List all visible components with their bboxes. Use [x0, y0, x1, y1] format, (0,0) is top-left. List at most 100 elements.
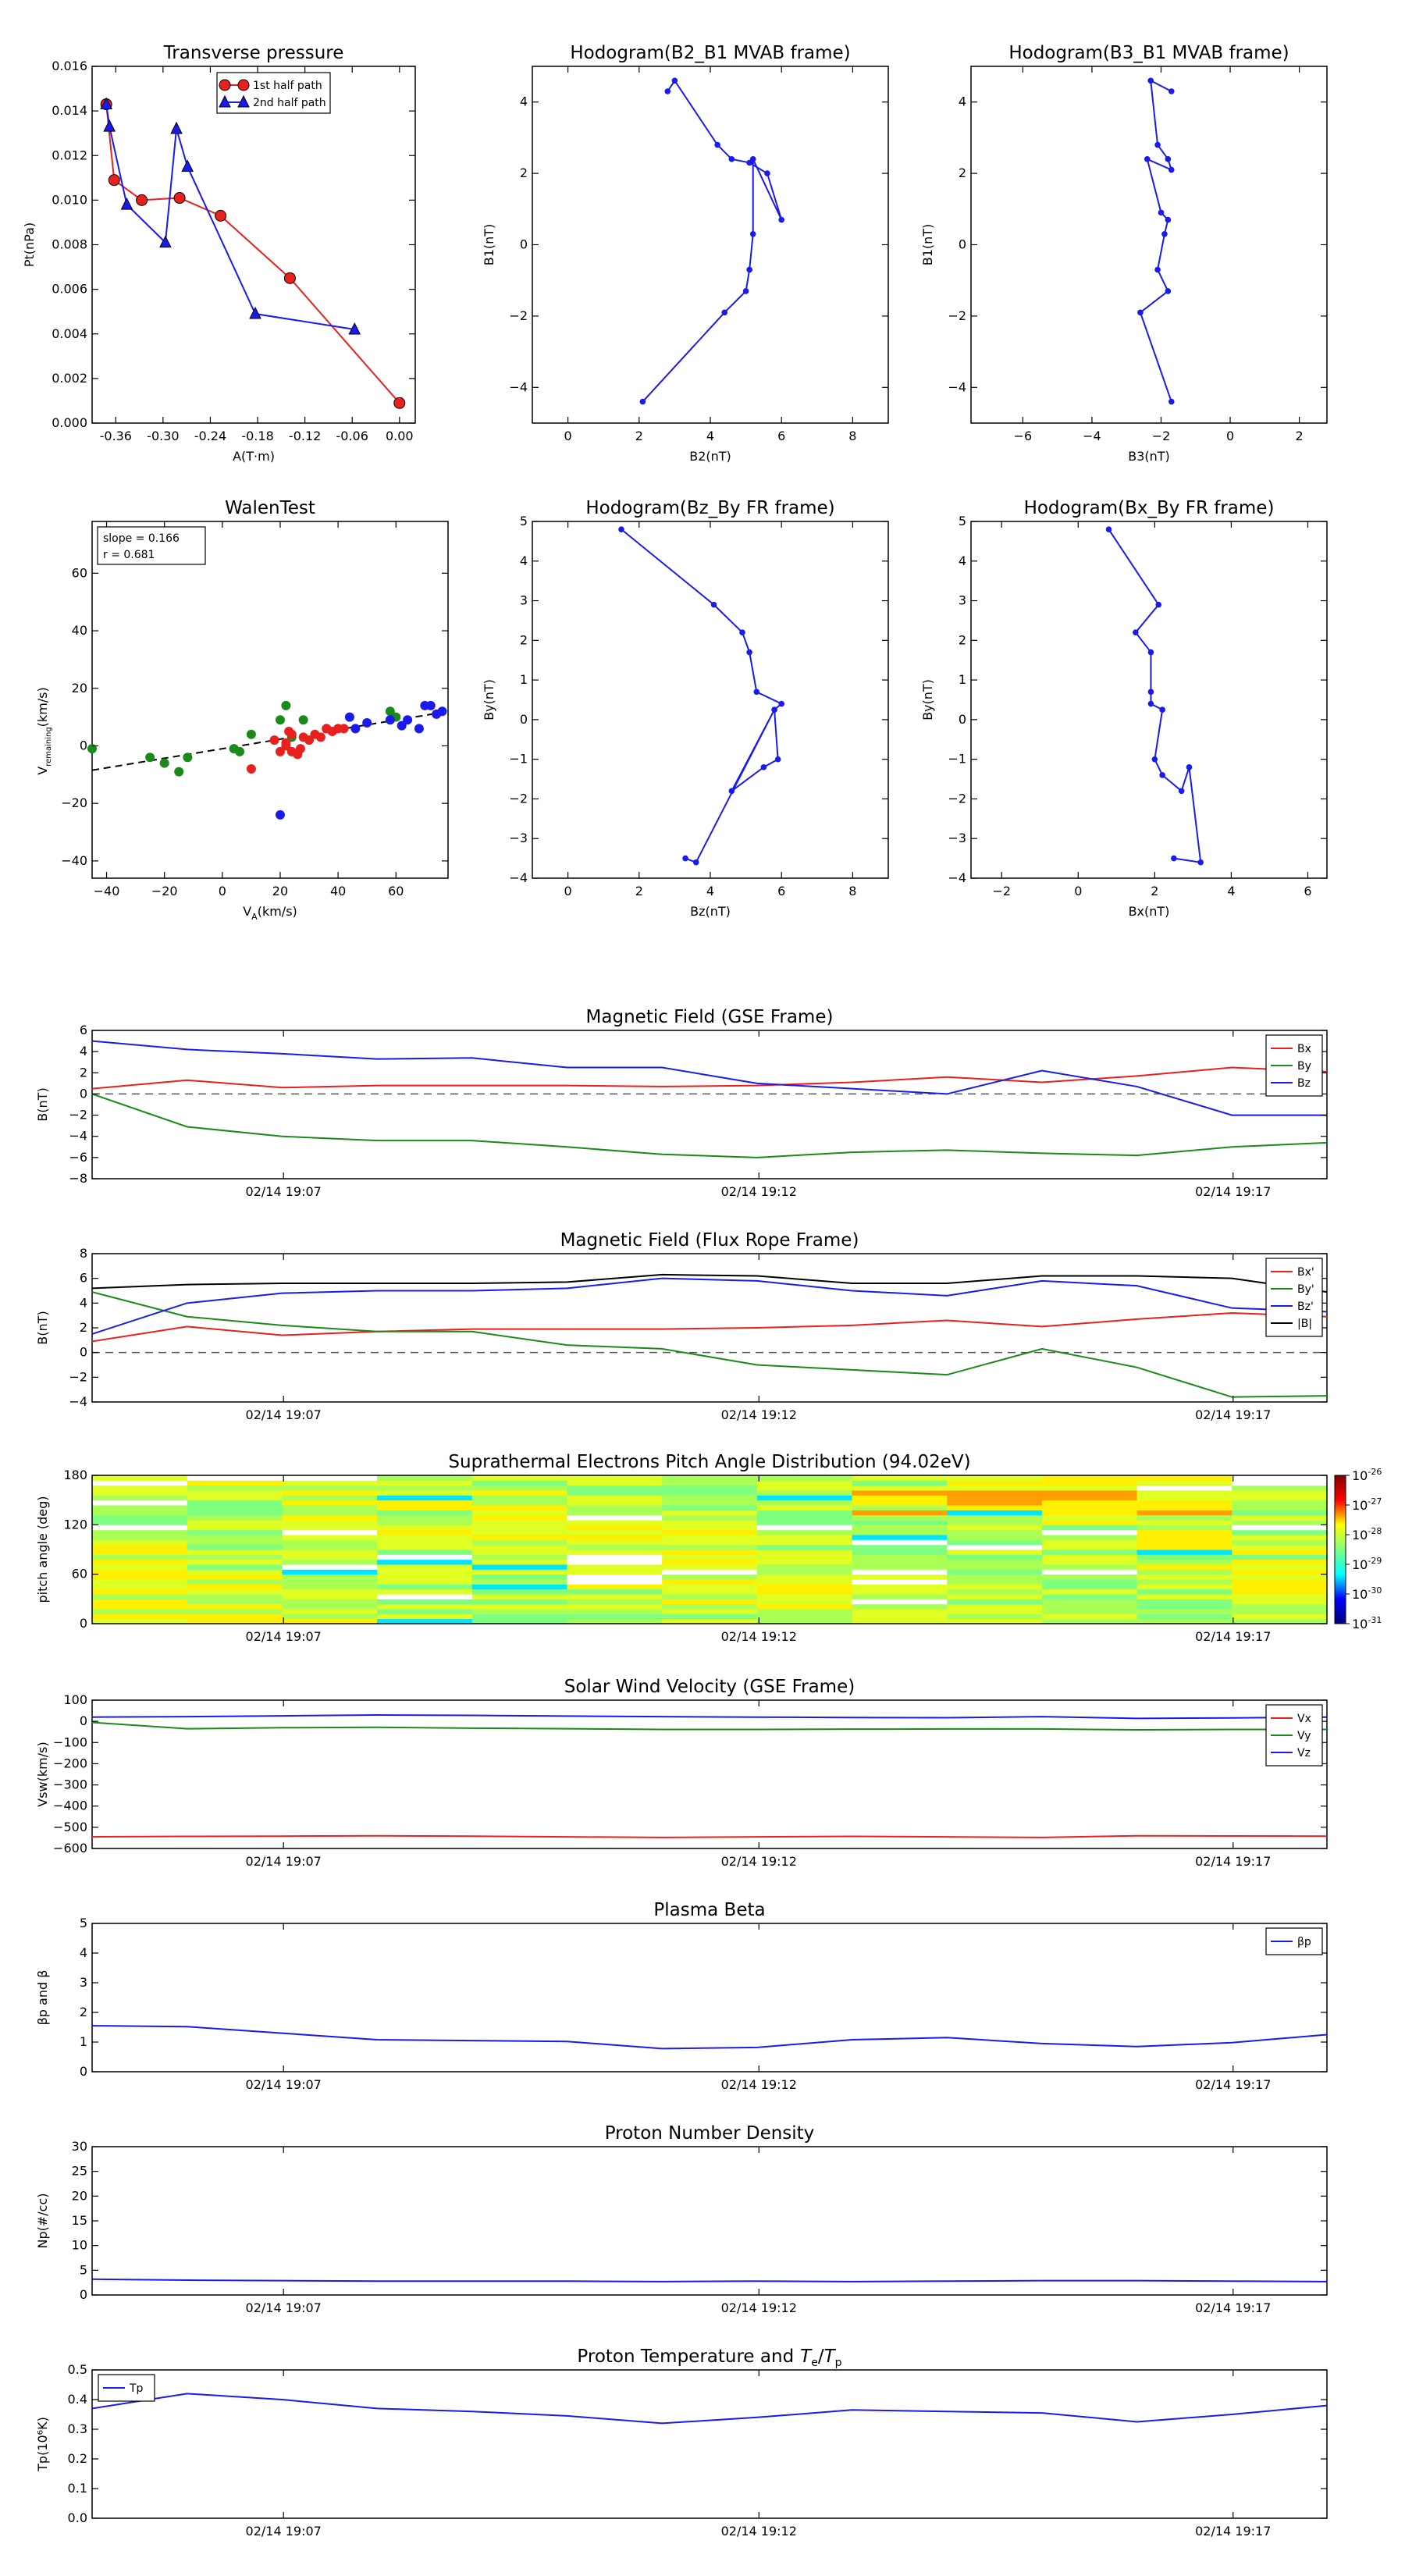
- heatmap-cell: [662, 1539, 758, 1546]
- heatmap-cell: [377, 1520, 473, 1525]
- heatmap-cell: [282, 1485, 378, 1491]
- heatmap-cell: [756, 1535, 853, 1540]
- colorbar-label-exp: -29: [1368, 1556, 1382, 1566]
- heatmap-cell: [187, 1569, 283, 1575]
- x-tick-label: -0.12: [289, 429, 321, 443]
- heatmap-cell: [282, 1603, 378, 1610]
- data-point: [639, 398, 646, 405]
- heatmap-cell: [567, 1510, 663, 1516]
- y-tick-label: −4: [509, 870, 528, 885]
- colorbar-label-exp: -28: [1368, 1526, 1382, 1536]
- heatmap-cell: [92, 1495, 188, 1501]
- colorbar-label-exp: -26: [1368, 1467, 1382, 1477]
- heatmap-cell: [471, 1490, 567, 1496]
- heatmap-cell: [187, 1559, 283, 1565]
- x-tick-label: 0: [564, 429, 572, 443]
- y-tick-label: −6: [69, 1150, 87, 1165]
- heatmap-cell: [92, 1485, 188, 1491]
- data-point: [286, 729, 297, 739]
- y-tick-label: 3: [520, 593, 528, 608]
- heatmap-cell: [471, 1594, 567, 1599]
- y-tick-label: −3: [509, 831, 528, 845]
- y-tick-label: 1: [520, 672, 528, 687]
- data-point: [281, 700, 291, 710]
- heatmap-cell: [1136, 1579, 1232, 1585]
- series-line: [1139, 79, 1173, 402]
- x-tick-label: 02/14 19:17: [1195, 1854, 1271, 1869]
- heatmap-cell: [377, 1569, 473, 1575]
- heatmap-cell: [852, 1495, 948, 1501]
- heatmap-cell: [92, 1505, 188, 1510]
- chart-title: Transverse pressure: [163, 43, 344, 63]
- heatmap-cell: [282, 1559, 378, 1565]
- y-tick-label: −8: [69, 1171, 87, 1186]
- heatmap-cell: [471, 1569, 567, 1575]
- series-line: [91, 1713, 1328, 1720]
- heatmap-cell: [947, 1500, 1043, 1506]
- series-line: [91, 2025, 1328, 2050]
- heatmap-cell: [1041, 1535, 1138, 1540]
- series-line: [91, 1093, 1328, 1158]
- heatmap-cell: [662, 1529, 758, 1535]
- heatmap-cell: [852, 1510, 948, 1516]
- chart-title: Proton Temperature and Te/Tp: [577, 2347, 841, 2369]
- heatmap-cell: [947, 1520, 1043, 1525]
- heatmap-cell: [92, 1544, 188, 1550]
- x-tick-label: 02/14 19:12: [721, 1854, 797, 1869]
- heatmap-cell: [471, 1584, 567, 1590]
- heatmap-cell: [1232, 1589, 1328, 1595]
- heatmap-cell: [1232, 1569, 1328, 1575]
- heatmap-cell: [852, 1525, 948, 1531]
- y-tick-label: 0.008: [52, 237, 87, 252]
- heatmap-cell: [282, 1500, 378, 1506]
- y-tick-label: 4: [959, 553, 966, 568]
- heatmap-cell: [567, 1594, 663, 1599]
- heatmap-cell: [662, 1485, 758, 1491]
- data-point: [1178, 788, 1185, 795]
- heatmap-cell: [662, 1554, 758, 1560]
- heatmap-cell: [187, 1490, 283, 1496]
- heatmap-cell: [852, 1529, 948, 1535]
- heatmap-cell: [282, 1589, 378, 1595]
- heatmap-cell: [282, 1544, 378, 1550]
- heatmap-cell: [471, 1525, 567, 1531]
- heatmap-cell: [282, 1564, 378, 1570]
- legend-label: Vx: [1297, 1713, 1311, 1725]
- chart-title-sub: p: [835, 2357, 842, 2369]
- x-tick-label: 4: [706, 884, 714, 898]
- y-tick-label: −4: [69, 1394, 87, 1409]
- data-point: [120, 197, 133, 210]
- y-tick-label: 60: [72, 1567, 87, 1582]
- heatmap-cell: [282, 1480, 378, 1486]
- heatmap-cell: [1041, 1505, 1138, 1510]
- y-tick-label: 2: [80, 1065, 87, 1080]
- data-point: [315, 732, 325, 742]
- heatmap-cell: [1041, 1574, 1138, 1580]
- data-point: [714, 141, 720, 148]
- x-axis-label: B3(nT): [1128, 449, 1170, 464]
- chart-tp2: 0.0 0.1 0.2 0.3 0.4 0.5 02/14 19:07 02/14 19:12…: [35, 2347, 1328, 2539]
- heatmap-cell: [377, 1589, 473, 1595]
- y-tick-label: 0.004: [52, 326, 87, 341]
- heatmap-cell: [756, 1559, 853, 1565]
- data-point: [1165, 216, 1172, 223]
- x-tick-label: 60: [388, 884, 404, 898]
- data-point: [183, 753, 193, 763]
- series-line: [105, 104, 400, 404]
- x-axis-label-unit: (km/s): [258, 904, 297, 919]
- heatmap-cell: [947, 1589, 1043, 1595]
- y-tick-label: 0: [80, 2064, 87, 2079]
- y-tick-label: 0.5: [68, 2362, 87, 2377]
- chart-h31: −4 −2 0 2 4 −6 −4 −2 0 2 Hodogram(B3_B1 MVAB frame…: [920, 43, 1328, 464]
- heatmap-cell: [567, 1589, 663, 1595]
- heatmap-cell: [1136, 1614, 1232, 1620]
- series-line: [91, 1291, 1328, 1398]
- data-point: [749, 156, 756, 162]
- data-point: [295, 744, 305, 754]
- heatmap-cell: [1136, 1505, 1232, 1510]
- heatmap-cell: [1136, 1569, 1232, 1575]
- heatmap-cell: [662, 1550, 758, 1555]
- heatmap-cell: [471, 1495, 567, 1501]
- y-tick-label: 0: [80, 1616, 87, 1631]
- y-tick-label: 0.016: [52, 59, 87, 73]
